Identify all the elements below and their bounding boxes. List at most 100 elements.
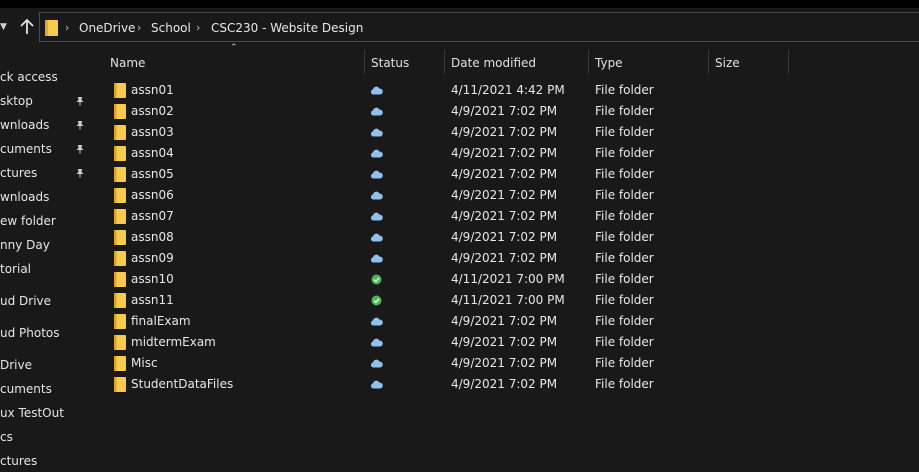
file-name: StudentDataFiles [131, 377, 234, 391]
breadcrumb-onedrive[interactable]: OneDrive [79, 20, 135, 36]
cloud-icon [370, 359, 383, 368]
file-name: assn11 [131, 293, 174, 307]
file-name: Misc [131, 356, 158, 370]
file-type: File folder [595, 356, 654, 370]
folder-icon [114, 188, 126, 203]
file-row[interactable]: assn03 4/9/2021 7:02 PM File folder [105, 122, 795, 143]
breadcrumb-separator[interactable]: › [137, 20, 141, 36]
sidebar-item[interactable]: ck access [0, 67, 91, 87]
sidebar-item[interactable]: cuments [0, 139, 91, 159]
date-modified: 4/9/2021 7:02 PM [451, 104, 558, 118]
file-row[interactable]: assn01 4/11/2021 4:42 PM File folder [105, 80, 795, 101]
file-name: assn09 [131, 251, 174, 265]
sidebar-item-label: wnloads [0, 118, 50, 132]
recent-locations-chevron-icon[interactable]: ▼ [0, 21, 12, 33]
sidebar-item[interactable]: ud Photos [0, 323, 91, 343]
file-row[interactable]: assn10 4/11/2021 7:00 PM File folder [105, 269, 795, 290]
file-row[interactable]: assn07 4/9/2021 7:02 PM File folder [105, 206, 795, 227]
date-modified: 4/11/2021 7:00 PM [451, 272, 565, 286]
column-divider[interactable] [788, 50, 789, 74]
column-header-name[interactable]: Name [104, 50, 364, 76]
cloud-icon [370, 128, 383, 137]
file-row[interactable]: finalExam 4/9/2021 7:02 PM File folder [105, 311, 795, 332]
date-modified: 4/9/2021 7:02 PM [451, 209, 558, 223]
file-name: assn04 [131, 146, 174, 160]
date-modified: 4/9/2021 7:02 PM [451, 335, 558, 349]
date-modified: 4/9/2021 7:02 PM [451, 251, 558, 265]
cloud-icon [370, 170, 383, 179]
date-modified: 4/9/2021 7:02 PM [451, 377, 558, 391]
folder-icon [114, 377, 126, 392]
date-modified: 4/11/2021 4:42 PM [451, 83, 565, 97]
column-header-type[interactable]: Type [589, 50, 708, 76]
file-type: File folder [595, 272, 654, 286]
file-row[interactable]: assn05 4/9/2021 7:02 PM File folder [105, 164, 795, 185]
sidebar-item-label: torial [0, 262, 32, 276]
breadcrumb-school[interactable]: School [151, 20, 191, 36]
file-name: assn08 [131, 230, 174, 244]
file-row[interactable]: assn04 4/9/2021 7:02 PM File folder [105, 143, 795, 164]
breadcrumb-current-folder[interactable]: CSC230 - Website Design [211, 20, 363, 36]
file-type: File folder [595, 209, 654, 223]
date-modified: 4/9/2021 7:02 PM [451, 146, 558, 160]
sidebar-item[interactable]: sktop [0, 91, 91, 111]
sidebar-item[interactable]: ctures [0, 163, 91, 183]
window-top-edge [0, 0, 919, 8]
column-header-date-modified[interactable]: Date modified [445, 50, 588, 76]
sidebar-item[interactable]: wnloads [0, 187, 91, 207]
file-type: File folder [595, 167, 654, 181]
breadcrumb-separator[interactable]: › [196, 20, 200, 36]
sidebar-item[interactable]: nny Day [0, 235, 91, 255]
sidebar-item-label: sktop [0, 94, 33, 108]
file-row[interactable]: assn08 4/9/2021 7:02 PM File folder [105, 227, 795, 248]
cloud-icon [370, 149, 383, 158]
folder-icon [114, 314, 126, 329]
file-row[interactable]: assn09 4/9/2021 7:02 PM File folder [105, 248, 795, 269]
sidebar-item[interactable]: cs [0, 427, 91, 447]
date-modified: 4/11/2021 7:00 PM [451, 293, 565, 307]
cloud-icon [370, 254, 383, 263]
file-row[interactable]: assn11 4/11/2021 7:00 PM File folder [105, 290, 795, 311]
file-row[interactable]: assn02 4/9/2021 7:02 PM File folder [105, 101, 795, 122]
cloud-icon [370, 86, 383, 95]
file-type: File folder [595, 314, 654, 328]
check-circle-icon [371, 295, 382, 306]
sidebar-item[interactable]: ux TestOut [0, 403, 91, 423]
file-row[interactable]: assn06 4/9/2021 7:02 PM File folder [105, 185, 795, 206]
file-type: File folder [595, 188, 654, 202]
arrow-up-icon[interactable] [18, 17, 36, 37]
pin-icon [76, 169, 84, 178]
sidebar-item-label: ud Photos [0, 326, 60, 340]
sidebar-item-label: ck access [0, 70, 58, 84]
sidebar-item[interactable]: ud Drive [0, 291, 91, 311]
sidebar-item[interactable]: torial [0, 259, 91, 279]
file-name: midtermExam [131, 335, 216, 349]
file-type: File folder [595, 251, 654, 265]
sidebar-item[interactable]: Drive [0, 355, 91, 375]
column-header-size[interactable]: Size [709, 50, 788, 76]
sidebar-item[interactable]: cuments [0, 379, 91, 399]
address-bar[interactable]: › OneDrive › School › CSC230 - Website D… [39, 12, 919, 42]
folder-icon [114, 335, 126, 350]
sidebar-item[interactable]: ctures [0, 451, 91, 471]
file-row[interactable]: StudentDataFiles 4/9/2021 7:02 PM File fol… [105, 374, 795, 395]
breadcrumb-separator[interactable]: › [65, 20, 69, 36]
file-name: assn07 [131, 209, 174, 223]
sidebar-item-label: cuments [0, 142, 52, 156]
column-header-status[interactable]: Status [365, 50, 444, 76]
file-row[interactable]: Misc 4/9/2021 7:02 PM File folder [105, 353, 795, 374]
file-type: File folder [595, 293, 654, 307]
sidebar-item[interactable]: wnloads [0, 115, 91, 135]
file-type: File folder [595, 335, 654, 349]
date-modified: 4/9/2021 7:02 PM [451, 125, 558, 139]
folder-icon [114, 104, 126, 119]
folder-icon [114, 83, 126, 98]
folder-icon [114, 356, 126, 371]
folder-icon [114, 209, 126, 224]
pin-icon [76, 121, 84, 130]
file-type: File folder [595, 104, 654, 118]
sidebar-item-label: nny Day [0, 238, 50, 252]
sidebar-item[interactable]: ew folder [0, 211, 91, 231]
date-modified: 4/9/2021 7:02 PM [451, 356, 558, 370]
file-row[interactable]: midtermExam 4/9/2021 7:02 PM File folder [105, 332, 795, 353]
